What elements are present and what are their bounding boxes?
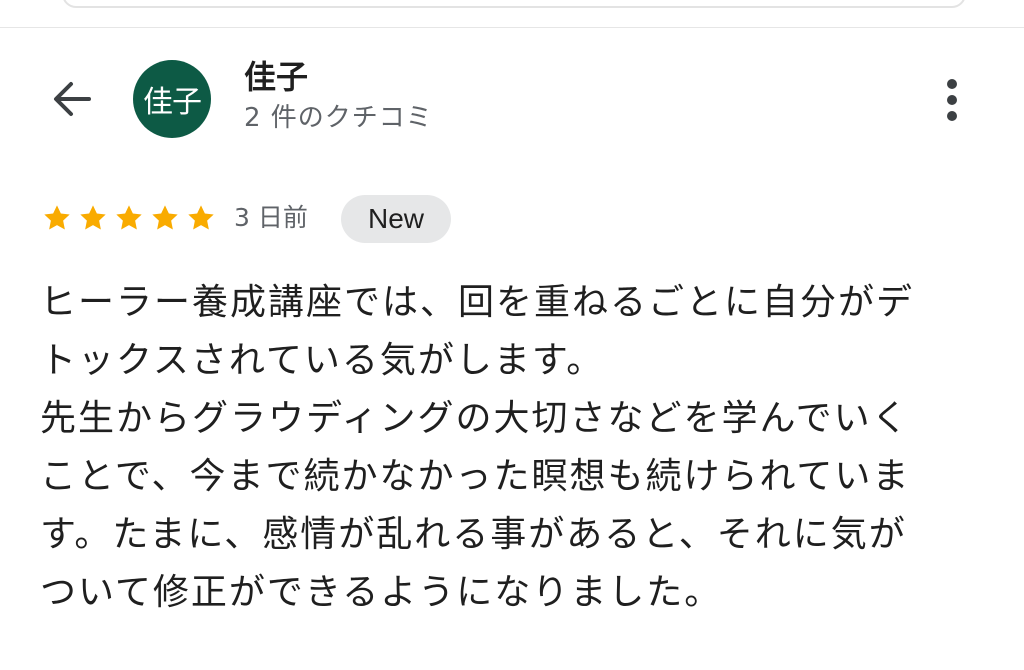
star-icon [44,205,70,230]
review-date: 3 日前 [234,203,308,232]
back-arrow-icon [54,82,91,116]
header-divider [0,27,1024,28]
new-badge: New [341,195,451,243]
avatar-initials: 佳子 [143,85,202,120]
avatar[interactable]: 佳子 [133,60,211,138]
review-text-line: トックスされている気がします。 [40,340,605,381]
star-icon [188,205,214,230]
more-vert-icon-dot [947,95,957,105]
star-icon [116,205,142,230]
star-rating [40,202,218,234]
more-vert-icon [947,79,957,89]
review-count: 2 件のクチコミ [244,103,433,133]
back-button[interactable] [46,76,96,122]
review-text-line: ヒーラー養成講座では、回を重ねるごとに自分がデ [40,282,915,323]
reviewer-name[interactable]: 佳子 [244,58,308,96]
review-text-line: ことで、今まで続かなかった瞑想も続けられていま [40,456,911,497]
more-vert-icon-dot [947,111,957,121]
star-icon [80,205,106,230]
review-text: ヒーラー養成講座では、回を重ねるごとに自分がデ トックスされている気がします。 … [40,274,990,622]
star-icon [152,205,178,230]
review-text-line: ついて修正ができるようになりました。 [40,572,723,613]
search-bar-edge[interactable] [62,0,966,8]
more-options-button[interactable] [930,74,974,126]
review-text-line: 先生からグラウディングの大切さなどを学んでいく [40,398,910,439]
review-text-line: す。たまに、感情が乱れる事があると、それに気が [40,514,907,555]
